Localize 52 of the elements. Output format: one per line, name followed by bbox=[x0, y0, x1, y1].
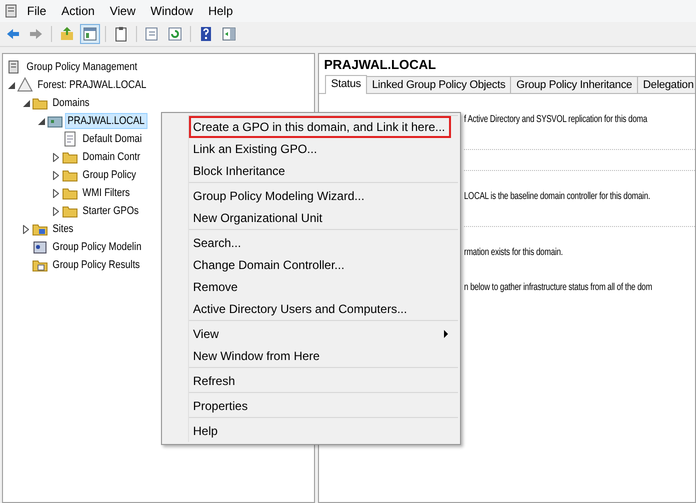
menu-item[interactable]: Window bbox=[144, 2, 202, 20]
collapsed-arrow-icon[interactable] bbox=[53, 206, 59, 216]
menu-item[interactable]: Create a GPO in this domain, and Link it here... bbox=[189, 116, 452, 138]
status-text: f Active Directory and SYSVOL replication for this doma bbox=[464, 114, 648, 125]
collapsed-arrow-icon[interactable] bbox=[53, 188, 59, 198]
triangle-icon bbox=[17, 77, 33, 93]
tree-item[interactable]: Group Policy Results bbox=[50, 257, 142, 273]
document-icon bbox=[62, 131, 78, 147]
tree-item[interactable]: Forest: PRAJWAL.LOCAL bbox=[35, 77, 149, 93]
menu-item[interactable]: Remove bbox=[189, 276, 458, 298]
tree-item[interactable]: Domains bbox=[50, 95, 92, 111]
menu-item[interactable]: Link an Existing GPO... bbox=[189, 138, 458, 160]
menu-item[interactable]: Search... bbox=[189, 232, 458, 254]
tab[interactable]: Group Policy Inheritance bbox=[510, 76, 638, 93]
status-text: LOCAL is the baseline domain controller for this domain. bbox=[464, 191, 650, 202]
expanded-arrow-icon[interactable] bbox=[22, 100, 30, 106]
domain-title: PRAJWAL.LOCAL bbox=[323, 56, 436, 72]
tree-item[interactable]: Starter GPOs bbox=[80, 203, 142, 219]
tree-item[interactable]: Group Policy Management bbox=[24, 59, 140, 75]
modeling-icon bbox=[32, 239, 48, 255]
tab[interactable]: Delegation bbox=[637, 76, 695, 93]
collapsed-arrow-icon[interactable] bbox=[23, 224, 29, 234]
tree-item[interactable]: Group Policy bbox=[80, 167, 139, 183]
menu-item[interactable]: Group Policy Modeling Wizard... bbox=[189, 185, 458, 207]
menu-item[interactable]: New Window from Here bbox=[189, 345, 458, 367]
tree-item[interactable]: WMI Filters bbox=[80, 185, 132, 201]
collapsed-arrow-icon[interactable] bbox=[53, 170, 59, 180]
menu-item[interactable]: View bbox=[102, 2, 144, 20]
tree-item[interactable]: Group Policy Modelin bbox=[50, 239, 144, 255]
status-text: n below to gather infrastructure status from all of the dom bbox=[464, 282, 652, 293]
expanded-arrow-icon[interactable] bbox=[38, 118, 44, 124]
menu-item[interactable]: Properties bbox=[189, 395, 458, 417]
menu-item[interactable]: File bbox=[20, 2, 54, 20]
tab[interactable]: Status bbox=[325, 75, 367, 94]
menu-item[interactable]: Change Domain Controller... bbox=[189, 254, 458, 276]
menu-item[interactable]: Refresh bbox=[189, 370, 458, 392]
status-text: rmation exists for this domain. bbox=[464, 247, 563, 258]
tree-item[interactable]: PRAJWAL.LOCAL bbox=[65, 113, 148, 129]
menu-item[interactable]: Help bbox=[189, 420, 458, 442]
tree-item[interactable]: Sites bbox=[50, 221, 76, 237]
menu-item[interactable]: Active Directory Users and Computers... bbox=[189, 298, 458, 320]
tab[interactable]: Linked Group Policy Objects bbox=[366, 76, 512, 93]
collapsed-arrow-icon[interactable] bbox=[53, 152, 59, 162]
menu-item[interactable]: View bbox=[189, 323, 458, 345]
menu-item[interactable]: Block Inheritance bbox=[189, 160, 458, 182]
menu-item[interactable]: Help bbox=[201, 2, 241, 20]
console-tree-icon[interactable] bbox=[80, 24, 100, 44]
tree-item[interactable]: Default Domai bbox=[80, 131, 144, 147]
menu-item[interactable]: New Organizational Unit bbox=[189, 207, 458, 229]
expanded-arrow-icon[interactable] bbox=[8, 82, 14, 88]
tree-item[interactable]: Domain Contr bbox=[80, 149, 143, 165]
menu-item[interactable]: Action bbox=[54, 2, 103, 20]
